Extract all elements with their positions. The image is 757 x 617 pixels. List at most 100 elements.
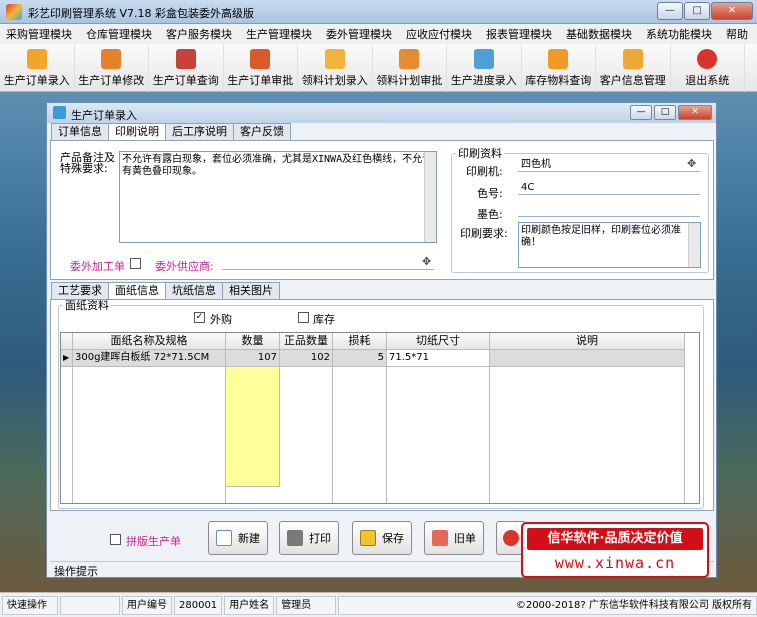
progress-icon	[473, 48, 494, 69]
printer-icon	[287, 530, 303, 546]
app-logo-icon	[6, 4, 22, 20]
menu-item-reports[interactable]: 报表管理模块	[486, 26, 552, 42]
close-button[interactable]: ✕	[711, 2, 753, 20]
menu-item-customer-service[interactable]: 客户服务模块	[166, 26, 232, 42]
grid-empty-name	[73, 367, 226, 503]
toolbar-material-plan-button[interactable]: 领料计划录入	[298, 44, 373, 92]
printer-picker-icon[interactable]: ✥	[687, 158, 701, 170]
menu-item-outsource[interactable]: 委外管理模块	[326, 26, 392, 42]
print-req-label: 印刷要求:	[460, 227, 508, 240]
outsource-checkbox[interactable]	[130, 258, 141, 269]
toolbar-order-query-button[interactable]: 生产订单查询	[149, 44, 224, 92]
reprint-label: 拼版生产单	[126, 535, 181, 548]
buy-label: 外购	[210, 313, 232, 326]
menu-item-base-data[interactable]: 基础数据模块	[566, 26, 632, 42]
menu-bar: 采购管理模块 仓库管理模块 客户服务模块 生产管理模块 委外管理模块 应收应付模…	[0, 24, 757, 44]
col-header-good-qty[interactable]: 正品数量	[280, 333, 333, 350]
child-minimize-button[interactable]: —	[630, 105, 652, 120]
toolbar-order-edit-button[interactable]: 生产订单修改	[75, 44, 149, 92]
child-title: 生产订单录入	[71, 109, 137, 122]
outsource-label: 委外加工单	[70, 260, 125, 273]
grid-empty-loss	[333, 367, 387, 503]
status-copyright: ©2000-2018? 广东信华软件科技有限公司 版权所有	[338, 595, 757, 615]
order-entry-icon	[26, 48, 47, 69]
exit-form-icon	[503, 530, 519, 546]
child-titlebar: 生产订单录入 — □ ✕	[47, 103, 716, 123]
notes-label: 产品备注及 特殊要求:	[60, 151, 115, 175]
menu-item-help[interactable]: 帮助	[726, 26, 748, 42]
menu-item-system[interactable]: 系统功能模块	[646, 26, 712, 42]
colors-field[interactable]: 4C	[518, 181, 700, 195]
toolbar-inventory-button[interactable]: 库存物料查询	[522, 44, 596, 92]
promo-url: www.xinwa.cn	[554, 554, 676, 572]
tab-customer-feedback[interactable]: 客户反馈	[233, 123, 291, 140]
grid-empty-cut	[387, 367, 490, 503]
tab-order-info[interactable]: 订单信息	[51, 123, 109, 140]
print-req-textarea[interactable]: 印刷颜色按足旧样，印刷套位必须准确！	[518, 222, 701, 268]
toolbar-progress-button[interactable]: 生产进度录入	[447, 44, 522, 92]
status-user-name: 管理员	[276, 595, 337, 615]
toolbar-order-entry-button[interactable]: 生产订单录入	[0, 44, 75, 92]
child-maximize-button[interactable]: □	[654, 105, 676, 120]
grid-empty-indicator	[61, 367, 73, 503]
print-button[interactable]: 打印	[279, 521, 339, 555]
tab-post-process[interactable]: 后工序说明	[165, 123, 234, 140]
grid-empty-area	[61, 367, 699, 503]
notes-scrollbar[interactable]	[424, 152, 436, 242]
supplier-picker-icon[interactable]: ✥	[422, 256, 436, 268]
col-header-loss[interactable]: 损耗	[333, 333, 387, 350]
tab-print-notes[interactable]: 印刷说明	[108, 123, 166, 141]
grid-empty-note	[490, 367, 685, 503]
old-order-button[interactable]: 旧单	[424, 521, 484, 555]
status-user-no: 280001	[174, 595, 223, 615]
col-header-qty[interactable]: 数量	[226, 333, 280, 350]
supplier-field[interactable]	[222, 256, 434, 270]
save-button-label: 保存	[382, 532, 404, 545]
col-header-cut-size[interactable]: 切纸尺寸	[387, 333, 490, 350]
col-header-note[interactable]: 说明	[490, 333, 685, 350]
status-user-name-label: 用户姓名	[224, 595, 275, 615]
buy-checkbox[interactable]: ✓	[194, 312, 205, 323]
supplier-label: 委外供应商:	[155, 260, 214, 273]
order-edit-icon	[101, 48, 122, 69]
ink-field[interactable]	[518, 203, 700, 217]
print-info-legend: 印刷资料	[458, 147, 502, 160]
print-button-label: 打印	[309, 532, 331, 545]
child-close-button[interactable]: ✕	[678, 105, 712, 120]
menu-item-production[interactable]: 生产管理模块	[246, 26, 312, 42]
status-quick-op[interactable]: 快速操作	[2, 595, 58, 615]
maximize-button[interactable]: □	[684, 2, 710, 20]
print-req-scrollbar[interactable]	[688, 223, 700, 267]
toolbar-material-approve-button[interactable]: 领料计划审批	[373, 44, 447, 92]
minimize-button[interactable]: —	[657, 2, 683, 20]
menu-item-receivable[interactable]: 应收应付模块	[406, 26, 472, 42]
cell-name[interactable]: 300g建晖白板纸 72*71.5CM	[73, 350, 226, 367]
col-header-name[interactable]: 面纸名称及规格	[73, 333, 226, 350]
new-button[interactable]: 新建	[208, 521, 268, 555]
cell-qty[interactable]: 107	[226, 350, 280, 367]
face-paper-grid[interactable]: 面纸名称及规格 数量 正品数量 损耗 切纸尺寸 说明 ▶ 300g建晖白板纸 7…	[60, 332, 700, 504]
old-order-icon	[432, 530, 448, 546]
ink-label: 墨色:	[477, 208, 503, 221]
printer-label: 印刷机:	[466, 165, 503, 178]
printer-field[interactable]: 四色机	[518, 158, 700, 172]
reprint-checkbox[interactable]	[110, 534, 121, 545]
toolbar-exit-button[interactable]: 退出系统	[671, 44, 745, 92]
menu-item-purchase[interactable]: 采购管理模块	[6, 26, 72, 42]
stock-label: 库存	[313, 313, 335, 326]
menu-item-warehouse[interactable]: 仓库管理模块	[86, 26, 152, 42]
stock-checkbox[interactable]	[298, 312, 309, 323]
notes-textarea[interactable]: 不允许有露白现象，套位必须准确，尤其是XINWA及红色横线，不允许有黄色叠印现象…	[119, 151, 437, 243]
app-title: 彩艺印刷管理系统 V7.18 彩盒包装委外高级版	[28, 7, 255, 20]
toolbar-customer-button[interactable]: 客户信息管理	[596, 44, 671, 92]
cell-cut-size[interactable]: 71.5*71	[387, 350, 490, 367]
toolbar-order-approve-button[interactable]: 生产订单审批	[224, 44, 298, 92]
promo-slogan: 信华软件·品质决定价值	[527, 528, 703, 550]
table-row[interactable]: ▶ 300g建晖白板纸 72*71.5CM 107 102 5 71.5*71	[61, 350, 699, 367]
cell-loss[interactable]: 5	[333, 350, 387, 367]
save-button[interactable]: 保存	[352, 521, 412, 555]
cell-note[interactable]	[490, 350, 685, 367]
status-spacer	[60, 595, 120, 615]
cell-good-qty[interactable]: 102	[280, 350, 333, 367]
grid-corner	[61, 333, 73, 350]
